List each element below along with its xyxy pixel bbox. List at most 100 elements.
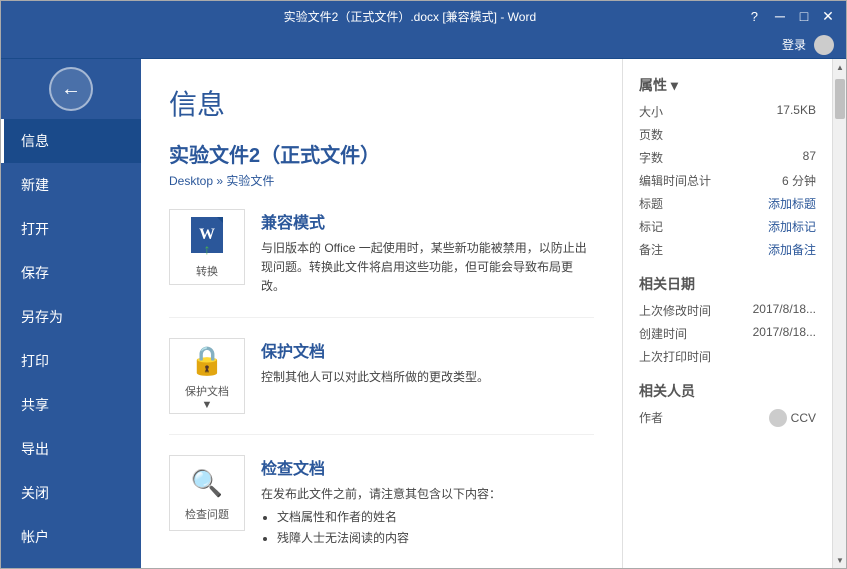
title-bar: 实验文件2（正式文件）.docx [兼容模式] - Word ? ─ □ ✕ bbox=[1, 1, 846, 31]
attributes-title[interactable]: 属性 ▾ bbox=[639, 75, 816, 95]
protect-content: 保护文档 控制其他人可以对此文档所做的更改类型。 bbox=[261, 338, 594, 387]
inspect-symbol: 🔍 bbox=[191, 468, 223, 499]
sidebar: ← 信息 新建 打开 保存 另存为 打印 bbox=[1, 59, 141, 568]
prop-note-value[interactable]: 添加备注 bbox=[768, 241, 816, 258]
compatibility-desc: 与旧版本的 Office 一起使用时，某些新功能被禁用，以防止出现问题。转换此文… bbox=[261, 239, 594, 297]
close-button[interactable]: ✕ bbox=[818, 6, 838, 26]
related-dates-section: 相关日期 上次修改时间 2017/8/18... 创建时间 2017/8/18.… bbox=[639, 274, 816, 365]
word-icon: W ↑ bbox=[187, 215, 227, 255]
doc-path-text: Desktop » 实验文件 bbox=[169, 174, 274, 188]
prop-modified-label: 上次修改时间 bbox=[639, 302, 711, 319]
nav-items: 信息 新建 打开 保存 另存为 打印 共享 bbox=[1, 119, 141, 568]
user-avatar bbox=[814, 35, 834, 55]
prop-printed: 上次打印时间 bbox=[639, 348, 816, 365]
window-title: 实验文件2（正式文件）.docx [兼容模式] - Word bbox=[69, 8, 751, 25]
prop-pages-label: 页数 bbox=[639, 126, 709, 143]
prop-modified-value: 2017/8/18... bbox=[753, 302, 816, 319]
scroll-down-button[interactable]: ▼ bbox=[833, 552, 846, 568]
nav-bottom: 帐户 选项 bbox=[1, 515, 141, 568]
prop-title: 标题 添加标题 bbox=[639, 195, 816, 212]
prop-modified: 上次修改时间 2017/8/18... bbox=[639, 302, 816, 319]
doc-path: Desktop » 实验文件 bbox=[169, 172, 594, 189]
prop-words-value: 87 bbox=[803, 149, 816, 166]
inspect-title: 检查文档 bbox=[261, 455, 594, 479]
prop-tag-value[interactable]: 添加标记 bbox=[768, 218, 816, 235]
prop-created-value: 2017/8/18... bbox=[753, 325, 816, 342]
nav-item-options[interactable]: 选项 bbox=[1, 559, 141, 568]
nav-item-new[interactable]: 新建 bbox=[1, 163, 141, 207]
nav-item-save[interactable]: 保存 bbox=[1, 251, 141, 295]
protect-desc: 控制其他人可以对此文档所做的更改类型。 bbox=[261, 368, 594, 387]
prop-printed-label: 上次打印时间 bbox=[639, 348, 711, 365]
content-area: 信息 实验文件2（正式文件） Desktop » 实验文件 W ↑ bbox=[141, 59, 846, 568]
back-arrow-icon: ← bbox=[61, 78, 81, 101]
prop-pages: 页数 bbox=[639, 126, 816, 143]
prop-tag-label: 标记 bbox=[639, 218, 709, 235]
compatibility-content: 兼容模式 与旧版本的 Office 一起使用时，某些新功能被禁用，以防止出现问题… bbox=[261, 209, 594, 297]
prop-author-label: 作者 bbox=[639, 409, 709, 427]
protect-button[interactable]: 🔒 保护文档 ▼ bbox=[169, 338, 245, 414]
prop-author-value: CCV bbox=[769, 409, 816, 427]
inspect-list: 文档属性和作者的姓名 残障人士无法阅读的内容 bbox=[261, 508, 594, 548]
word-window: 实验文件2（正式文件）.docx [兼容模式] - Word ? ─ □ ✕ 登… bbox=[0, 0, 847, 569]
scroll-up-button[interactable]: ▲ bbox=[833, 59, 846, 75]
nav-item-share[interactable]: 共享 bbox=[1, 383, 141, 427]
nav-item-export[interactable]: 导出 bbox=[1, 427, 141, 471]
help-button[interactable]: ? bbox=[751, 9, 758, 24]
lock-icon: 🔒 bbox=[187, 341, 227, 381]
prop-edittime-label: 编辑时间总计 bbox=[639, 172, 711, 189]
prop-created: 创建时间 2017/8/18... bbox=[639, 325, 816, 342]
main-content: ← 信息 新建 打开 保存 另存为 打印 bbox=[1, 59, 846, 568]
up-arrow-icon: ↑ bbox=[204, 243, 211, 259]
nav-item-print[interactable]: 打印 bbox=[1, 339, 141, 383]
inspect-label: 检查问题 bbox=[185, 506, 229, 522]
page-title: 信息 bbox=[169, 83, 594, 123]
nav-item-close[interactable]: 关闭 bbox=[1, 471, 141, 515]
related-people-section: 相关人员 作者 CCV bbox=[639, 381, 816, 427]
minimize-button[interactable]: ─ bbox=[770, 6, 790, 26]
prop-note-label: 备注 bbox=[639, 241, 709, 258]
attributes-section: 属性 ▾ 大小 17.5KB 页数 字数 87 编辑时间总计 bbox=[639, 75, 816, 258]
prop-title-value[interactable]: 添加标题 bbox=[768, 195, 816, 212]
login-bar: 登录 bbox=[1, 31, 846, 59]
inspect-item-1: 文档属性和作者的姓名 bbox=[277, 508, 594, 527]
related-people-title: 相关人员 bbox=[639, 381, 816, 401]
title-controls: ? ─ □ ✕ bbox=[751, 6, 838, 26]
nav-item-open[interactable]: 打开 bbox=[1, 207, 141, 251]
scroll-track bbox=[833, 75, 846, 552]
restore-button[interactable]: □ bbox=[794, 6, 814, 26]
inspect-card: 🔍 检查问题 检查文档 在发布此文件之前，请注意其包含以下内容： 文档属性和作者… bbox=[169, 455, 594, 568]
prop-title-label: 标题 bbox=[639, 195, 709, 212]
prop-size-value: 17.5KB bbox=[777, 103, 816, 120]
protect-card: 🔒 保护文档 ▼ 保护文档 控制其他人可以对此文档所做的更改类型。 bbox=[169, 338, 594, 435]
nav-item-account[interactable]: 帐户 bbox=[1, 515, 141, 559]
info-main: 信息 实验文件2（正式文件） Desktop » 实验文件 W ↑ bbox=[141, 59, 622, 568]
prop-created-label: 创建时间 bbox=[639, 325, 709, 342]
inspect-item-2: 残障人士无法阅读的内容 bbox=[277, 529, 594, 548]
back-button[interactable]: ← bbox=[49, 67, 93, 111]
inspect-content: 检查文档 在发布此文件之前，请注意其包含以下内容： 文档属性和作者的姓名 残障人… bbox=[261, 455, 594, 551]
protect-label: 保护文档 ▼ bbox=[185, 383, 229, 411]
prop-author: 作者 CCV bbox=[639, 409, 816, 427]
inspect-button[interactable]: 🔍 检查问题 bbox=[169, 455, 245, 531]
protect-title: 保护文档 bbox=[261, 338, 594, 362]
related-dates-title: 相关日期 bbox=[639, 274, 816, 294]
nav-item-info[interactable]: 信息 bbox=[1, 119, 141, 163]
prop-size-label: 大小 bbox=[639, 103, 709, 120]
convert-label: 转换 bbox=[196, 263, 218, 279]
properties-sidebar: 属性 ▾ 大小 17.5KB 页数 字数 87 编辑时间总计 bbox=[622, 59, 832, 568]
inspect-desc: 在发布此文件之前，请注意其包含以下内容： 文档属性和作者的姓名 残障人士无法阅读… bbox=[261, 485, 594, 549]
lock-symbol: 🔒 bbox=[190, 344, 225, 377]
prop-size: 大小 17.5KB bbox=[639, 103, 816, 120]
nav-item-saveas[interactable]: 另存为 bbox=[1, 295, 141, 339]
prop-edittime-value: 6 分钟 bbox=[782, 172, 816, 189]
doc-title: 实验文件2（正式文件） bbox=[169, 139, 594, 168]
prop-note: 备注 添加备注 bbox=[639, 241, 816, 258]
login-button[interactable]: 登录 bbox=[782, 36, 806, 53]
prop-words-label: 字数 bbox=[639, 149, 709, 166]
scroll-handle[interactable] bbox=[835, 79, 845, 119]
convert-button[interactable]: W ↑ 转换 bbox=[169, 209, 245, 285]
prop-tag: 标记 添加标记 bbox=[639, 218, 816, 235]
compatibility-title: 兼容模式 bbox=[261, 209, 594, 233]
prop-edittime: 编辑时间总计 6 分钟 bbox=[639, 172, 816, 189]
